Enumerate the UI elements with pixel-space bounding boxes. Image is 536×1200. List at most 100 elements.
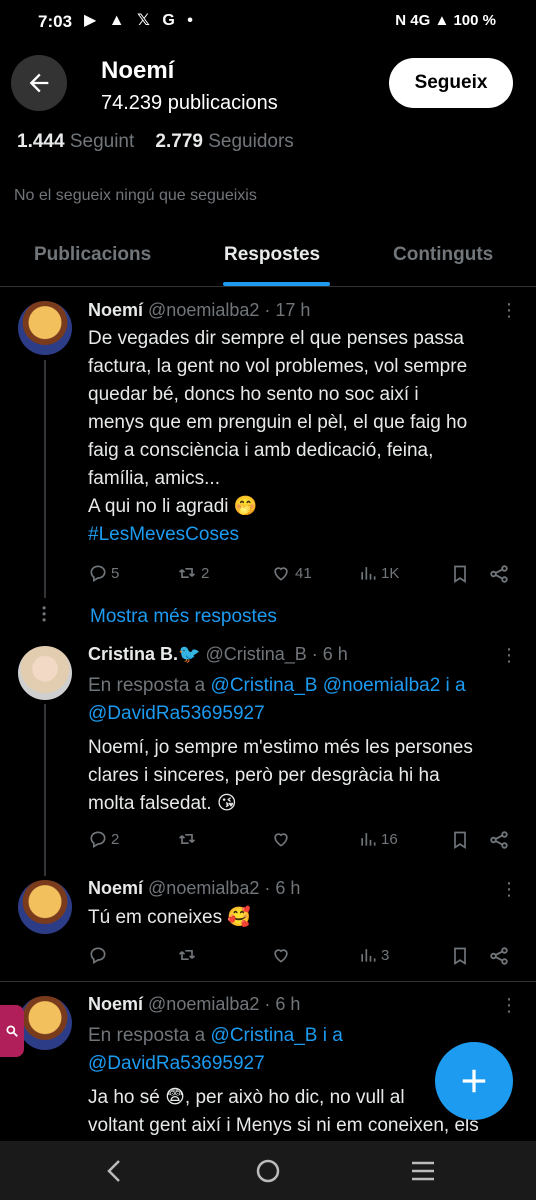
mention-link[interactable]: @Cristina_B i a (211, 1025, 343, 1046)
reply-button[interactable]: 2 (88, 829, 119, 849)
nav-back-icon[interactable] (104, 1159, 124, 1183)
views-icon (361, 567, 376, 580)
share-button[interactable] (488, 945, 510, 967)
heart-icon (274, 833, 288, 847)
text-line: quedar bé, doncs ho sento no soc així i (88, 384, 419, 405)
share-button[interactable] (488, 829, 510, 851)
share-button[interactable] (488, 563, 510, 585)
follow-stats: 1.444 Seguint 2.779 Seguidors (17, 131, 294, 153)
mention-link[interactable]: @DavidRa53695927 (88, 1050, 479, 1078)
arrow-left-icon (29, 73, 49, 93)
more-vertical-icon[interactable]: ⋮ (500, 300, 518, 321)
tweet-header: Noemí @noemialba2 · 6 h (88, 878, 300, 899)
repost-icon (178, 568, 196, 578)
reply-count: 2 (111, 830, 120, 848)
search-chip[interactable] (0, 1005, 24, 1057)
more-vertical-icon[interactable]: ⋮ (500, 995, 518, 1016)
tweet-divider (0, 981, 536, 982)
repost-button[interactable]: 2 (176, 563, 209, 583)
like-button[interactable]: 41 (270, 563, 312, 583)
author-name[interactable]: Noemí (88, 878, 143, 898)
heart-icon (274, 949, 288, 963)
view-count: 16 (381, 830, 398, 848)
text-line: De vegades dir sempre el que penses pass… (88, 328, 465, 349)
author-name[interactable]: Noemí (88, 994, 143, 1014)
text-line: Ja ho sé 😨, per això ho dic, no vull al (88, 1087, 405, 1108)
bookmark-icon (454, 947, 466, 966)
views-button[interactable]: 1K (358, 563, 399, 583)
mention-link[interactable]: @DavidRa53695927 (88, 700, 473, 728)
repost-icon (178, 950, 196, 960)
text-line: Noemí, jo sempre m'estimo més les person… (88, 737, 473, 758)
tweet-text: Tú em coneixes 🥰 (88, 904, 251, 932)
plus-icon (462, 1069, 486, 1093)
text-line: factura, la gent no vol problemes, vol s… (88, 356, 468, 377)
more-vertical-icon[interactable]: ⋮ (500, 645, 518, 666)
share-icon (490, 947, 508, 965)
tweet-header: Noemí @noemialba2 · 6 h (88, 994, 300, 1015)
show-more-replies-link[interactable]: Mostra més respostes (90, 606, 277, 628)
text-line: família, amics... (88, 468, 220, 489)
follow-button[interactable]: Segueix (389, 58, 513, 108)
author-name[interactable]: Noemí (88, 300, 143, 320)
status-left-icons: ▶ ▲ 𝕏 G • (84, 12, 197, 29)
author-handle: @Cristina_B · 6 h (205, 644, 348, 664)
text-line: menys que em prenguin el pèl, el que fai… (88, 412, 468, 433)
following-link[interactable]: 1.444 Seguint (17, 131, 134, 152)
hashtag-link[interactable]: #LesMevesCoses (88, 521, 467, 549)
profile-name: Noemí (101, 57, 175, 84)
like-button[interactable] (270, 829, 292, 849)
more-vertical-icon[interactable]: ⋮ (500, 879, 518, 900)
reply-button[interactable] (88, 945, 108, 965)
reply-icon (90, 947, 106, 964)
bookmark-button[interactable] (450, 945, 470, 967)
text-line: molta falsedat. 😘 (88, 793, 237, 814)
tweet-text: En resposta a @Cristina_B @noemialba2 i … (88, 672, 473, 818)
tweet-actions: 3 (0, 945, 536, 971)
text-line: faig a consciència i amb dedicació, fein… (88, 440, 434, 461)
nav-home-icon[interactable] (256, 1159, 280, 1183)
followers-count: 2.779 (155, 131, 203, 152)
author-handle: @noemialba2 · 6 h (148, 994, 301, 1014)
view-count: 3 (381, 946, 390, 964)
nav-recents-icon[interactable] (410, 1160, 436, 1182)
tweet-header: Noemí @noemialba2 · 17 h (88, 300, 310, 321)
like-button[interactable] (270, 945, 292, 965)
reply-icon (90, 831, 106, 848)
views-button[interactable]: 3 (358, 945, 389, 965)
mention-link[interactable]: @Cristina_B @noemialba2 i a (211, 675, 466, 696)
author-name[interactable]: Cristina B.🐦 (88, 644, 200, 664)
reply-count: 5 (111, 564, 120, 582)
tab-media[interactable]: Continguts (393, 244, 493, 266)
tab-posts[interactable]: Publicacions (34, 244, 151, 266)
views-button[interactable]: 16 (358, 829, 398, 849)
repost-count: 2 (201, 564, 210, 582)
back-button[interactable] (11, 55, 67, 111)
avatar[interactable] (18, 880, 72, 934)
status-bar: 7:03 ▶ ▲ 𝕏 G • N 4G ▲ 100 % (0, 0, 536, 44)
bookmark-icon (454, 565, 466, 584)
reply-context: En resposta a @Cristina_B i a (88, 1022, 479, 1050)
views-icon (361, 833, 376, 846)
repost-button[interactable] (176, 829, 198, 849)
bookmark-icon (454, 831, 466, 850)
avatar[interactable] (18, 301, 72, 355)
tabs-divider (0, 286, 536, 287)
avatar[interactable] (18, 996, 72, 1050)
reply-prefix: En resposta a (88, 675, 211, 696)
tab-replies[interactable]: Respostes (224, 244, 320, 266)
avatar[interactable] (18, 646, 72, 700)
tweet-actions: 5 2 41 1K (0, 563, 536, 589)
text-line: voltant gent així i Menys si ni em conei… (88, 1115, 479, 1136)
bookmark-button[interactable] (450, 563, 470, 585)
reply-button[interactable]: 5 (88, 563, 119, 583)
reply-prefix: En resposta a (88, 1025, 211, 1046)
compose-button[interactable] (435, 1042, 513, 1120)
post-count: 74.239 publicacions (101, 92, 278, 114)
followers-link[interactable]: 2.779 Seguidors (155, 131, 293, 152)
status-time: 7:03 (38, 12, 73, 31)
bookmark-button[interactable] (450, 829, 470, 851)
repost-button[interactable] (176, 945, 198, 965)
search-icon (6, 1025, 18, 1037)
tweet-text: En resposta a @Cristina_B i a @DavidRa53… (88, 1022, 479, 1140)
